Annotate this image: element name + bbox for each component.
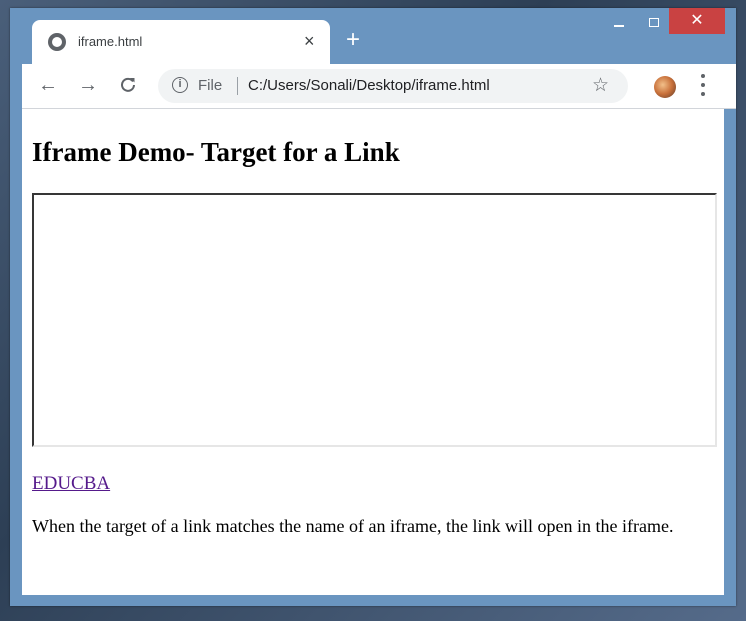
reload-icon[interactable] (116, 73, 140, 97)
address-separator (237, 77, 238, 95)
tab-title: iframe.html (78, 34, 143, 49)
maximize-icon (649, 17, 659, 27)
browser-window: ✕ iframe.html × + ← → i File C:/Users/So… (10, 8, 736, 606)
new-tab-button[interactable]: + (346, 28, 360, 52)
page-title: Iframe Demo- Target for a Link (32, 137, 400, 167)
star-icon[interactable]: ☆ (592, 74, 609, 97)
educba-link[interactable]: EDUCBA (32, 473, 110, 495)
close-icon: ✕ (690, 12, 704, 29)
scheme-label: File (198, 77, 223, 94)
forward-arrow-icon[interactable]: → (76, 73, 100, 97)
kebab-menu-icon[interactable] (700, 74, 706, 96)
url-text[interactable]: C:/Users/Sonali/Desktop/iframe.html (248, 77, 490, 94)
close-window-button[interactable]: ✕ (669, 8, 725, 34)
minimize-button[interactable] (608, 8, 630, 36)
tab-close-button[interactable]: × (304, 31, 315, 52)
description-paragraph: When the target of a link matches the na… (32, 516, 674, 536)
globe-icon (48, 33, 66, 51)
maximize-button[interactable] (642, 8, 666, 36)
minimize-icon (614, 25, 624, 27)
page-viewport: Iframe Demo- Target for a Link EDUCBA Wh… (22, 109, 724, 595)
iframe-frame[interactable] (32, 193, 717, 447)
tab-iframe-html[interactable]: iframe.html × (32, 20, 330, 64)
info-icon[interactable]: i (172, 77, 188, 93)
browser-toolbar: ← → i File C:/Users/Sonali/Desktop/ifram… (22, 64, 736, 109)
address-bar[interactable]: i File C:/Users/Sonali/Desktop/iframe.ht… (158, 69, 628, 103)
back-arrow-icon[interactable]: ← (36, 73, 60, 97)
profile-avatar[interactable] (654, 76, 676, 98)
